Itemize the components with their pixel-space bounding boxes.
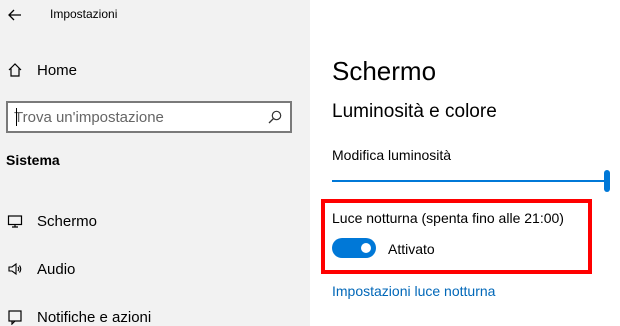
display-icon	[6, 212, 24, 230]
brightness-slider[interactable]	[332, 170, 610, 192]
back-button[interactable]	[4, 2, 26, 28]
night-light-status: Luce notturna (spenta fino alle 21:00)	[332, 210, 564, 226]
night-light-settings-link[interactable]: Impostazioni luce notturna	[332, 283, 495, 299]
sidebar-item-home[interactable]: Home	[0, 52, 310, 88]
night-light-toggle[interactable]	[332, 238, 376, 258]
main-content: Schermo Luminosità e colore Modifica lum…	[310, 0, 620, 326]
search-box[interactable]	[6, 101, 292, 133]
settings-sidebar: Impostazioni Home Sistema Schermo	[0, 0, 310, 326]
sidebar-item-label: Audio	[37, 260, 76, 278]
group-title: Luminosità e colore	[332, 101, 497, 122]
sidebar-item-label: Notifiche e azioni	[37, 308, 152, 326]
section-title: Sistema	[6, 152, 60, 168]
app-title: Impostazioni	[50, 7, 118, 21]
sidebar-item-audio[interactable]: Audio	[0, 251, 310, 287]
search-input[interactable]	[14, 103, 262, 131]
sidebar-item-label: Home	[37, 61, 78, 79]
toggle-knob	[361, 243, 371, 253]
brightness-label: Modifica luminosità	[332, 147, 452, 163]
sidebar-item-notifiche[interactable]: Notifiche e azioni	[0, 299, 310, 326]
sidebar-item-schermo[interactable]: Schermo	[0, 203, 310, 239]
search-icon[interactable]	[268, 110, 282, 124]
page-title: Schermo	[332, 56, 437, 86]
notification-icon	[6, 308, 24, 326]
speaker-icon	[6, 260, 24, 278]
home-icon	[6, 61, 24, 79]
back-arrow-icon	[8, 9, 21, 21]
title-bar: Impostazioni	[0, 0, 310, 32]
text-caret	[16, 108, 17, 126]
slider-track	[332, 180, 606, 182]
sidebar-item-label: Schermo	[37, 212, 98, 230]
slider-thumb[interactable]	[604, 170, 610, 192]
toggle-state-label: Attivato	[388, 241, 435, 257]
